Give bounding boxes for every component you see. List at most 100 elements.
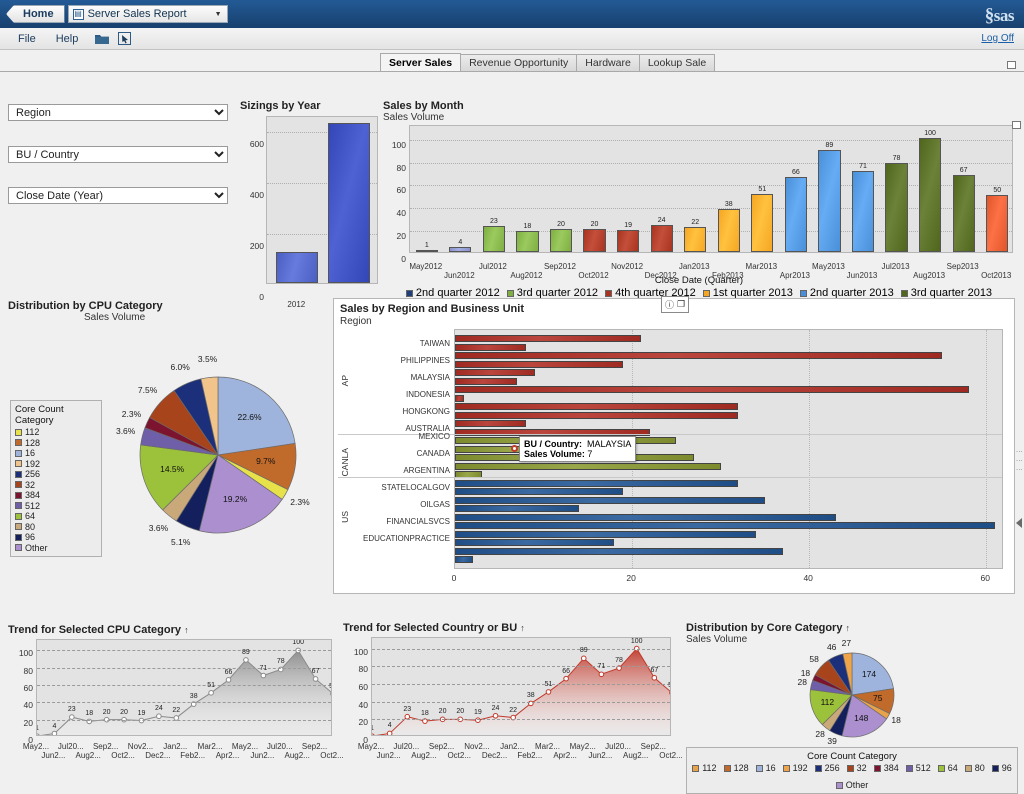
sizings-by-year-title: Sizings by Year <box>240 100 321 112</box>
legend-item[interactable]: 96 <box>15 532 97 542</box>
region-bar-label: FINANCIALSVCS <box>386 517 450 527</box>
rail-restore-icon[interactable] <box>1012 121 1021 129</box>
select-pointer-icon[interactable] <box>116 31 132 47</box>
legend-item[interactable]: 128 <box>15 438 97 448</box>
legend-item[interactable]: 16 <box>15 448 97 458</box>
data-point[interactable] <box>312 676 319 682</box>
tab-server-sales[interactable]: Server Sales <box>380 53 462 71</box>
legend-item[interactable]: 96 <box>991 763 1012 773</box>
title-bar: Home ▤ Server Sales Report ▼ §sas <box>0 0 1024 28</box>
data-point[interactable] <box>37 733 40 736</box>
legend-item[interactable]: 32 <box>15 480 97 490</box>
core-pie-chart[interactable]: 174 75 18 148 39 28 112 28 18 58 46 27 <box>686 638 1018 746</box>
sort-ascending-icon[interactable]: ↑ <box>846 623 851 633</box>
trend-cpu-panel: Trend for Selected CPU Category ↑ 142318… <box>8 624 344 760</box>
sizings-by-year-plot[interactable] <box>266 116 378 284</box>
legend-item[interactable]: 32 <box>846 763 867 773</box>
data-point[interactable] <box>669 690 671 696</box>
sales-by-month-subtitle: Sales Volume <box>383 112 445 123</box>
chevron-down-icon[interactable]: ▼ <box>212 11 225 18</box>
restore-window-icon[interactable] <box>1007 61 1016 69</box>
data-point[interactable] <box>404 713 411 720</box>
legend-item[interactable]: 80 <box>15 522 97 532</box>
pie-slice-label: 18 <box>891 714 901 725</box>
region-bar-label: STATELOCALGOV <box>381 483 450 493</box>
sas-swirl-icon: § <box>984 5 995 26</box>
data-point[interactable] <box>156 713 162 720</box>
window-icon[interactable]: ❐ <box>677 299 685 310</box>
data-point[interactable] <box>243 657 249 663</box>
chart-info-popup[interactable]: ⓘ ❐ <box>661 296 690 313</box>
legend-item[interactable]: 128 <box>723 763 749 773</box>
menu-file[interactable]: File <box>8 33 46 45</box>
data-point[interactable] <box>225 677 232 683</box>
data-point[interactable] <box>580 655 587 662</box>
info-icon[interactable]: ⓘ <box>665 298 674 311</box>
legend-item[interactable]: 64 <box>15 511 97 521</box>
tab-revenue-opportunity[interactable]: Revenue Opportunity <box>460 54 578 71</box>
data-point[interactable] <box>386 730 393 736</box>
data-point[interactable] <box>372 733 375 736</box>
data-point[interactable] <box>492 712 499 719</box>
dashboard-workspace: Region BU / Country Close Date (Year) Si… <box>0 72 1024 794</box>
report-name: Server Sales Report <box>87 8 187 20</box>
tab-hardware[interactable]: Hardware <box>576 54 640 71</box>
tooltip-value-country: MALAYSIA <box>587 439 632 449</box>
region-bar-label: MEXICO <box>418 432 450 442</box>
legend-item[interactable]: 256 <box>814 763 840 773</box>
collapse-panel-arrow-icon[interactable] <box>1016 518 1022 528</box>
open-folder-icon[interactable] <box>94 31 110 47</box>
data-point[interactable] <box>208 690 214 696</box>
legend-item[interactable]: 16 <box>755 763 776 773</box>
region-bar-label: TAIWAN <box>419 338 450 348</box>
bu-country-filter[interactable]: BU / Country <box>8 146 228 163</box>
legend-item[interactable]: 64 <box>937 763 958 773</box>
trend-country-panel: Trend for Selected Country or BU ↑ 14231… <box>343 622 683 760</box>
pie-slice-label: 27 <box>841 638 852 649</box>
trend-country-plot[interactable]: 14231820201924223851668971781006750 <box>371 637 671 736</box>
legend-item[interactable]: Other <box>15 543 97 553</box>
sort-ascending-icon[interactable]: ↑ <box>520 623 525 633</box>
sort-ascending-icon[interactable]: ↑ <box>184 625 189 635</box>
report-selector[interactable]: ▤ Server Sales Report ▼ <box>67 5 228 23</box>
tab-lookup-sale[interactable]: Lookup Sale <box>638 54 716 71</box>
trend-cpu-plot[interactable]: 14231820201924223851668971781006750 <box>36 639 332 736</box>
region-filter[interactable]: Region <box>8 104 228 121</box>
data-point[interactable] <box>598 671 605 678</box>
legend-item[interactable]: 192 <box>782 763 808 773</box>
close-date-filter[interactable]: Close Date (Year) <box>8 187 228 204</box>
legend-item[interactable]: 112 <box>692 763 717 773</box>
core-pie-legend[interactable]: Core Count Category 112 128 16 192 256 32 384 5… <box>686 747 1018 794</box>
legend-item[interactable]: 80 <box>964 763 985 773</box>
pie-slice-label: 28 <box>797 676 807 687</box>
cpu-pie-chart[interactable]: 22.6% 9.7% 2.3% 19.2% 5.1% 3.6% 14.5% 3.6% 2.3% 7… <box>108 342 328 572</box>
data-point[interactable] <box>651 674 658 681</box>
tooltip-value-volume: 7 <box>587 449 593 459</box>
legend-item[interactable]: 256 <box>15 469 97 479</box>
home-button[interactable]: Home <box>6 5 65 23</box>
pie-slice-label: 5.1% <box>171 536 191 547</box>
pie-slice-label: 112 <box>820 697 835 708</box>
menu-help[interactable]: Help <box>46 33 89 45</box>
data-point[interactable] <box>563 675 569 682</box>
legend-item[interactable]: Other <box>835 780 868 790</box>
data-point[interactable] <box>330 691 332 696</box>
legend-item[interactable]: 512 <box>15 501 97 511</box>
data-point[interactable] <box>260 672 267 679</box>
data-point[interactable] <box>51 730 58 736</box>
pie-slice-label: 28 <box>815 729 825 740</box>
rail-drag-handle[interactable]: ⋮⋮⋮ <box>1015 448 1022 475</box>
report-icon: ▤ <box>72 8 84 20</box>
legend-item[interactable]: 512 <box>905 763 931 773</box>
cpu-pie-legend[interactable]: Core Count Category 112 128 16 192 256 32 384 5… <box>10 400 102 557</box>
legend-item[interactable]: 384 <box>873 763 899 773</box>
pie-slice-label: 7.5% <box>137 385 158 395</box>
legend-item[interactable]: 192 <box>15 459 97 469</box>
pie-slice-label: 9.7% <box>256 456 276 467</box>
region-group-label: US <box>340 511 350 524</box>
legend-item[interactable]: 384 <box>15 490 97 500</box>
sales-by-month-plot[interactable]: 1 4 23 18 20 20 19 24 22 38 51 66 89 71 78 100 67 50 <box>409 125 1013 253</box>
legend-item[interactable]: 112 <box>15 427 97 437</box>
data-point[interactable] <box>545 689 552 695</box>
log-off-link[interactable]: Log Off <box>981 33 1014 44</box>
